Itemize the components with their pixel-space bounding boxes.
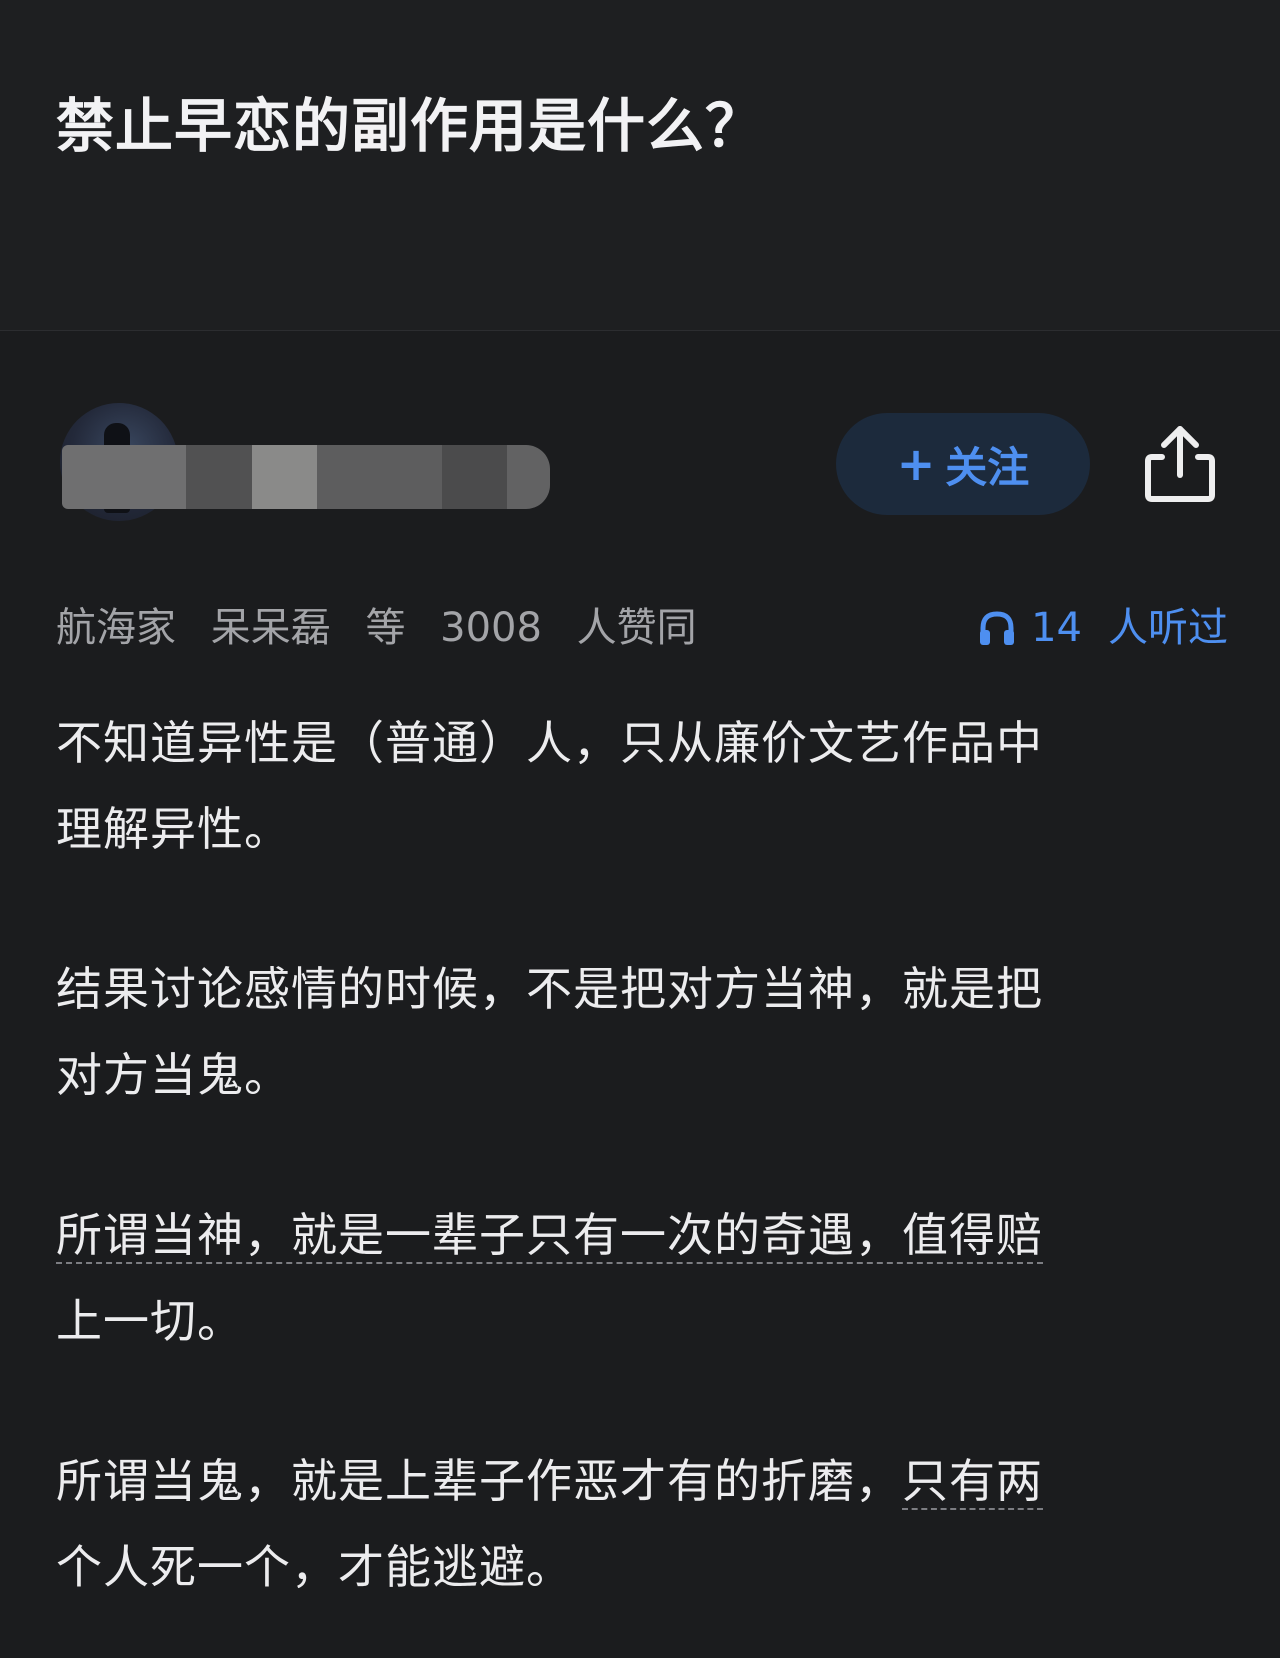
share-button[interactable] [1140, 421, 1220, 505]
answer-body[interactable]: 不知道异性是（普通）人，只从廉价文艺作品中 理解异性。 结果讨论感情的时候，不是… [56, 700, 1236, 1610]
highlighted-sentence[interactable]: 所谓当神，就是一辈子只有一次的奇遇，值得赔 [56, 1208, 1043, 1264]
voter-name: 呆呆磊 [210, 605, 331, 651]
answer-line: 上一切。 [56, 1294, 244, 1348]
answer-paragraph: 所谓当鬼，就是上辈子作恶才有的折磨，只有两 个人死一个，才能逃避。 [56, 1438, 1236, 1610]
answer-line: 理解异性。 [56, 802, 291, 856]
follow-button[interactable]: + 关注 [836, 413, 1090, 515]
answer-line: 个人死一个，才能逃避。 [56, 1540, 573, 1594]
share-icon [1145, 426, 1215, 502]
answer-line: 不知道异性是（普通）人，只从廉价文艺作品中 [56, 716, 1043, 770]
answer-paragraph: 结果讨论感情的时候，不是把对方当神，就是把 对方当鬼。 [56, 946, 1236, 1118]
answer-line: 对方当鬼。 [56, 1048, 291, 1102]
listen-unit: 人听过 [1108, 605, 1228, 651]
voter-connector: 等 [365, 605, 406, 651]
listen-stat[interactable]: 14 人听过 [977, 600, 1228, 656]
question-header: 禁止早恋的副作用是什么？ [0, 0, 1280, 331]
headphones-icon [980, 611, 1015, 645]
upvote-summary[interactable]: 航海家 呆呆磊 等 3008 人赞同 [56, 600, 697, 656]
author-row: + 关注 [0, 395, 1280, 535]
listen-count: 14 [1031, 605, 1082, 651]
stats-row: 航海家 呆呆磊 等 3008 人赞同 14 人听过 [0, 600, 1280, 660]
upvote-count: 3008 [440, 605, 542, 651]
question-title[interactable]: 禁止早恋的副作用是什么？ [56, 86, 764, 166]
answer-paragraph: 所谓当神，就是一辈子只有一次的奇遇，值得赔 上一切。 [56, 1192, 1236, 1364]
voter-name: 航海家 [56, 605, 176, 651]
plus-icon: + [896, 437, 936, 491]
upvote-unit: 人赞同 [576, 605, 697, 651]
answer-line: 所谓当鬼，就是上辈子作恶才有的折磨， [56, 1454, 902, 1508]
follow-label: 关注 [945, 442, 1030, 492]
answer-paragraph: 不知道异性是（普通）人，只从廉价文艺作品中 理解异性。 [56, 700, 1236, 872]
author-name-redacted[interactable] [62, 445, 550, 509]
answer-line: 结果讨论感情的时候，不是把对方当神，就是把 [56, 962, 1043, 1016]
highlighted-phrase[interactable]: 只有两 [902, 1454, 1043, 1510]
